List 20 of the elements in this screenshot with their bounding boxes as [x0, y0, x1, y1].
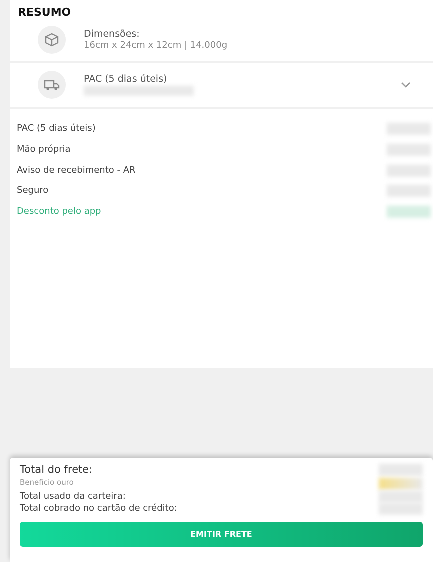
section-title: RESUMO: [17, 6, 72, 19]
price-line-label: PAC (5 dias úteis): [17, 124, 96, 134]
dimensions-value: 16cm x 24cm x 12cm | 14.000g: [84, 41, 229, 51]
service-selector[interactable]: PAC (5 dias úteis): [10, 63, 433, 109]
price-line-label: Desconto pelo app: [17, 207, 102, 218]
dimensions-label: Dimensões:: [84, 29, 141, 40]
freight-total-label: Total do frete:: [20, 464, 93, 476]
price-line-label: Aviso de recebimento - AR: [17, 166, 136, 176]
service-label: PAC (5 dias úteis): [84, 74, 168, 85]
price-line-label: Seguro: [17, 186, 49, 196]
blurred-value: [387, 206, 431, 218]
blurred-value: [379, 491, 423, 503]
truck-icon: [38, 71, 66, 99]
box-icon: [38, 26, 66, 54]
chevron-icon[interactable]: [401, 82, 411, 88]
wallet-total-label: Total usado da carteira:: [20, 492, 126, 502]
card-total-label: Total cobrado no cartão de crédito:: [20, 504, 178, 514]
blurred-value: [379, 478, 423, 490]
price-line-label: Mão própria: [17, 145, 71, 156]
blurred-value: [379, 464, 423, 476]
